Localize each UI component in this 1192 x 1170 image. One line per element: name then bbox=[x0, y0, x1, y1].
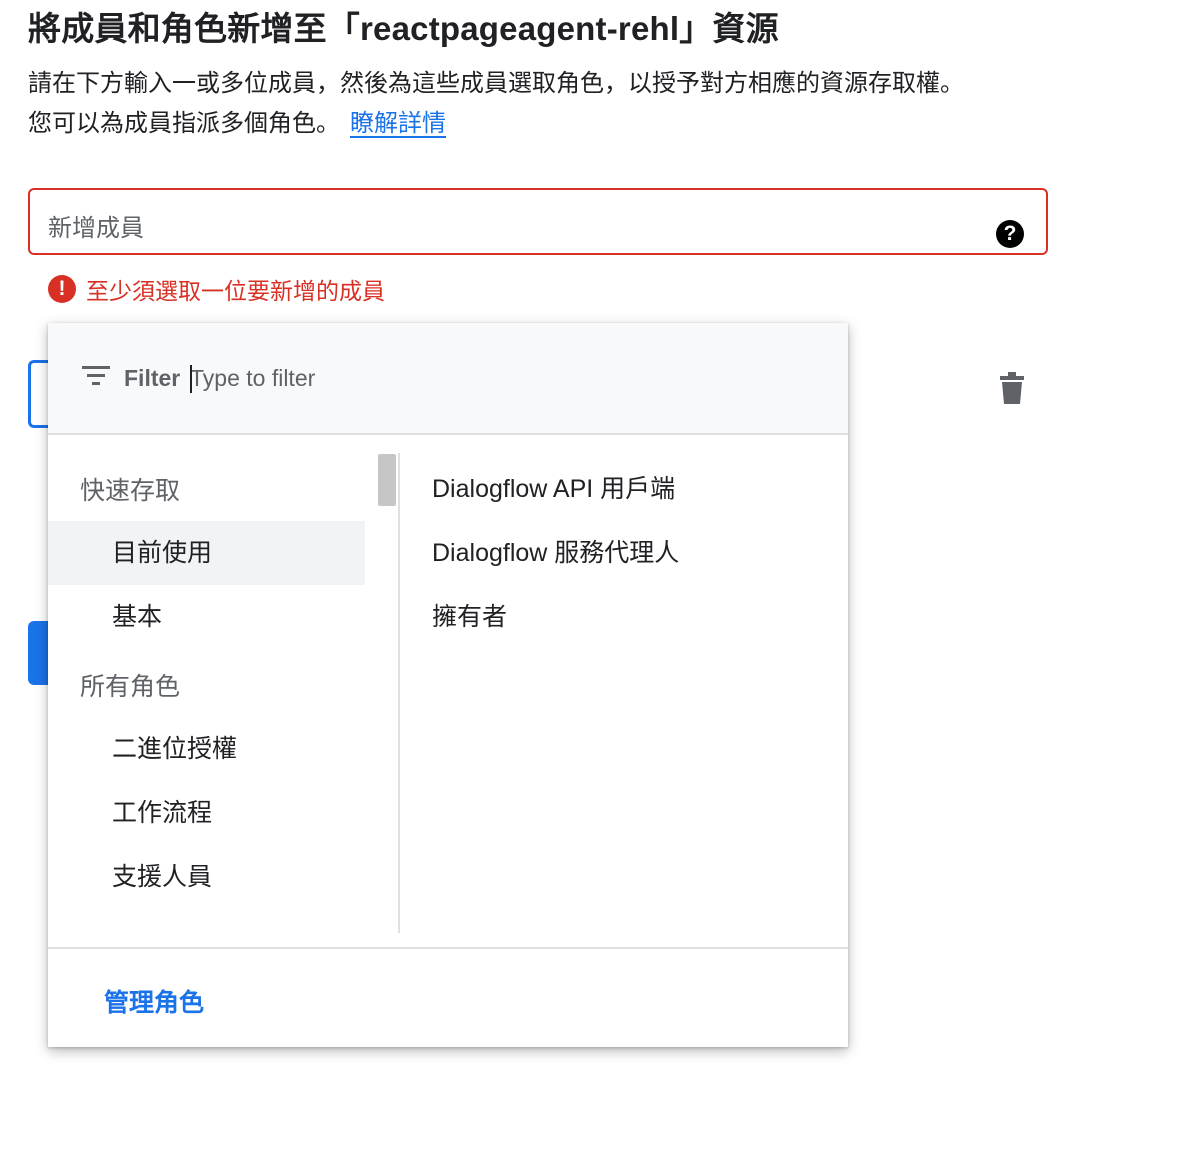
category-scrollbar[interactable] bbox=[378, 454, 396, 934]
role-item[interactable]: Dialogflow 服務代理人 bbox=[432, 533, 679, 569]
description-line-2: 您可以為成員指派多個角色。 瞭解詳情 bbox=[28, 104, 1108, 144]
error-message: 至少須選取一位要新增的成員 bbox=[86, 278, 385, 304]
filter-icon bbox=[82, 366, 110, 385]
category-item-support[interactable]: 支援人員 bbox=[48, 845, 365, 909]
trash-icon[interactable] bbox=[999, 372, 1025, 404]
filter-label: Filter bbox=[124, 365, 181, 391]
manage-roles-link[interactable]: 管理角色 bbox=[104, 983, 204, 1019]
new-members-placeholder: 新增成員 bbox=[48, 215, 144, 242]
text-cursor bbox=[190, 365, 192, 393]
description-line-1: 請在下方輸入一或多位成員，然後為這些成員選取角色，以授予對方相應的資源存取權。 bbox=[28, 70, 964, 97]
filter-bar: Filter Type to filter bbox=[48, 323, 848, 435]
filter-input[interactable]: Type to filter bbox=[190, 365, 315, 392]
add-members-page: 將成員和角色新增至「reactpageagent-rehl」資源 請在下方輸入一… bbox=[0, 0, 1192, 1170]
category-all-roles: 所有角色 bbox=[80, 673, 181, 701]
role-picker-dropdown: Filter Type to filter 快速存取 目前使用 基本 所有角色 … bbox=[48, 323, 848, 1047]
category-item-currently-used[interactable]: 目前使用 bbox=[48, 521, 365, 585]
question-circle-icon[interactable]: ? bbox=[996, 220, 1024, 248]
page-title: 將成員和角色新增至「reactpageagent-rehl」資源 bbox=[28, 10, 779, 47]
category-item-binary-authorization[interactable]: 二進位授權 bbox=[48, 717, 365, 781]
learn-more-link[interactable]: 瞭解詳情 bbox=[350, 110, 446, 137]
category-item-workflows[interactable]: 工作流程 bbox=[48, 781, 365, 845]
new-members-input[interactable]: 新增成員 ? bbox=[28, 188, 1048, 255]
error-icon: ! bbox=[48, 275, 76, 303]
role-item[interactable]: 擁有者 bbox=[432, 597, 507, 633]
page-description: 請在下方輸入一或多位成員，然後為這些成員選取角色，以授予對方相應的資源存取權。 … bbox=[28, 64, 1108, 144]
category-quick-access: 快速存取 bbox=[80, 477, 181, 505]
scrollbar-thumb[interactable] bbox=[378, 454, 396, 506]
member-error: ! 至少須選取一位要新增的成員 bbox=[48, 272, 385, 306]
role-item[interactable]: Dialogflow API 用戶端 bbox=[432, 469, 675, 505]
category-item-basic[interactable]: 基本 bbox=[48, 585, 365, 649]
role-list: Dialogflow API 用戶端 Dialogflow 服務代理人 擁有者 bbox=[400, 437, 848, 931]
role-category-list: 快速存取 目前使用 基本 所有角色 二進位授權 工作流程 支援人員 bbox=[48, 437, 398, 931]
footer-divider bbox=[48, 947, 848, 949]
description-line-2-text: 您可以為成員指派多個角色。 bbox=[28, 110, 340, 137]
